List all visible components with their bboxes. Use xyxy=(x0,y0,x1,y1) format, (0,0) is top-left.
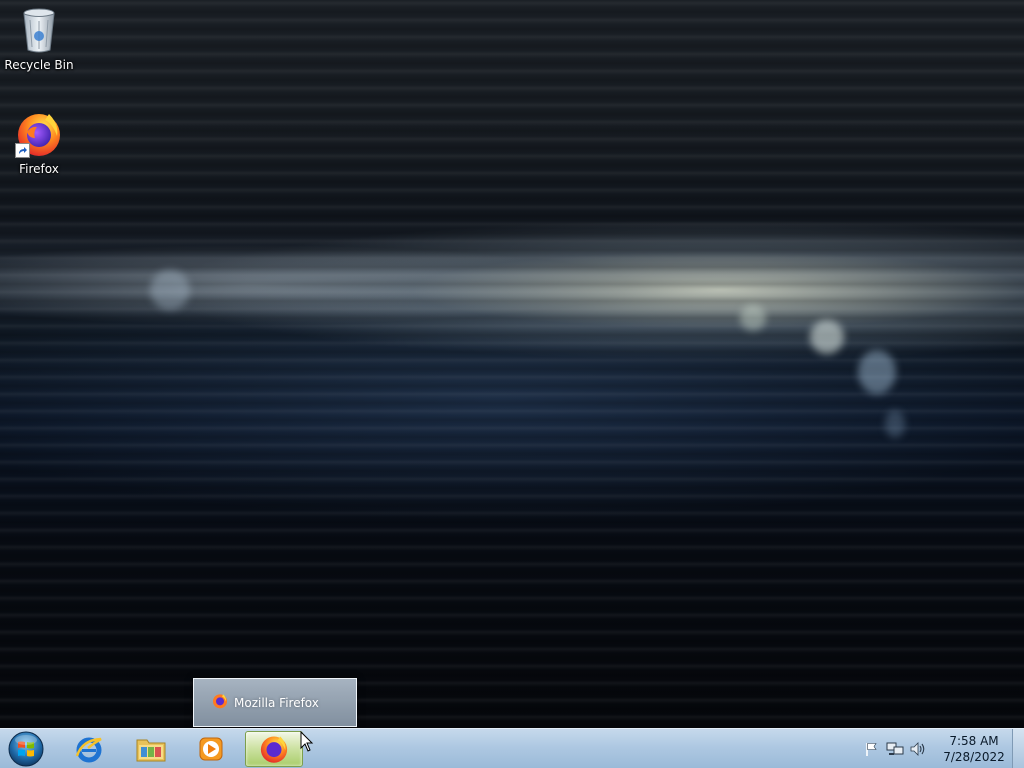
network-icon[interactable] xyxy=(885,739,905,759)
wallpaper-bokeh xyxy=(150,270,190,310)
clock-date: 7/28/2022 xyxy=(943,750,1005,764)
wallpaper-bokeh xyxy=(858,350,896,394)
clock-time: 7:58 AM xyxy=(949,734,999,748)
shortcut-arrow-icon xyxy=(15,143,30,158)
wallpaper-bokeh xyxy=(810,320,844,354)
desktop-icon-firefox[interactable]: Firefox xyxy=(2,110,76,176)
show-desktop-button[interactable] xyxy=(1012,729,1024,768)
recycle-bin-icon xyxy=(15,6,63,54)
taskbar-windows-explorer[interactable] xyxy=(122,731,180,767)
system-tray xyxy=(862,729,931,768)
ie-icon xyxy=(75,737,102,763)
taskbar-thumbnail-popup[interactable]: Mozilla Firefox xyxy=(193,678,357,727)
firefox-icon xyxy=(212,693,228,713)
desktop-icon-recycle-bin[interactable]: Recycle Bin xyxy=(2,6,76,72)
folder-icon xyxy=(136,739,166,762)
start-button[interactable] xyxy=(6,731,46,767)
wallpaper-bokeh xyxy=(740,305,766,331)
desktop: Recycle Bin Firefox xyxy=(0,0,1024,728)
desktop-icon-label: Firefox xyxy=(19,162,59,176)
taskbar-firefox[interactable] xyxy=(245,731,303,767)
media-player-icon xyxy=(199,737,223,761)
taskbar-clock[interactable]: 7:58 AM 7/28/2022 xyxy=(938,733,1010,765)
taskbar-internet-explorer[interactable] xyxy=(60,731,118,767)
wallpaper-bokeh xyxy=(885,410,905,438)
thumbnail-title: Mozilla Firefox xyxy=(234,695,319,710)
volume-icon[interactable] xyxy=(908,739,928,759)
action-center-flag-icon[interactable] xyxy=(862,739,882,759)
taskbar-windows-media-player[interactable] xyxy=(182,731,240,767)
windows-start-orb-icon xyxy=(8,731,44,767)
firefox-icon xyxy=(15,110,63,158)
taskbar: 7:58 AM 7/28/2022 xyxy=(0,728,1024,768)
desktop-icon-label: Recycle Bin xyxy=(4,58,74,72)
mouse-cursor-icon xyxy=(300,731,314,752)
firefox-icon xyxy=(260,736,288,763)
